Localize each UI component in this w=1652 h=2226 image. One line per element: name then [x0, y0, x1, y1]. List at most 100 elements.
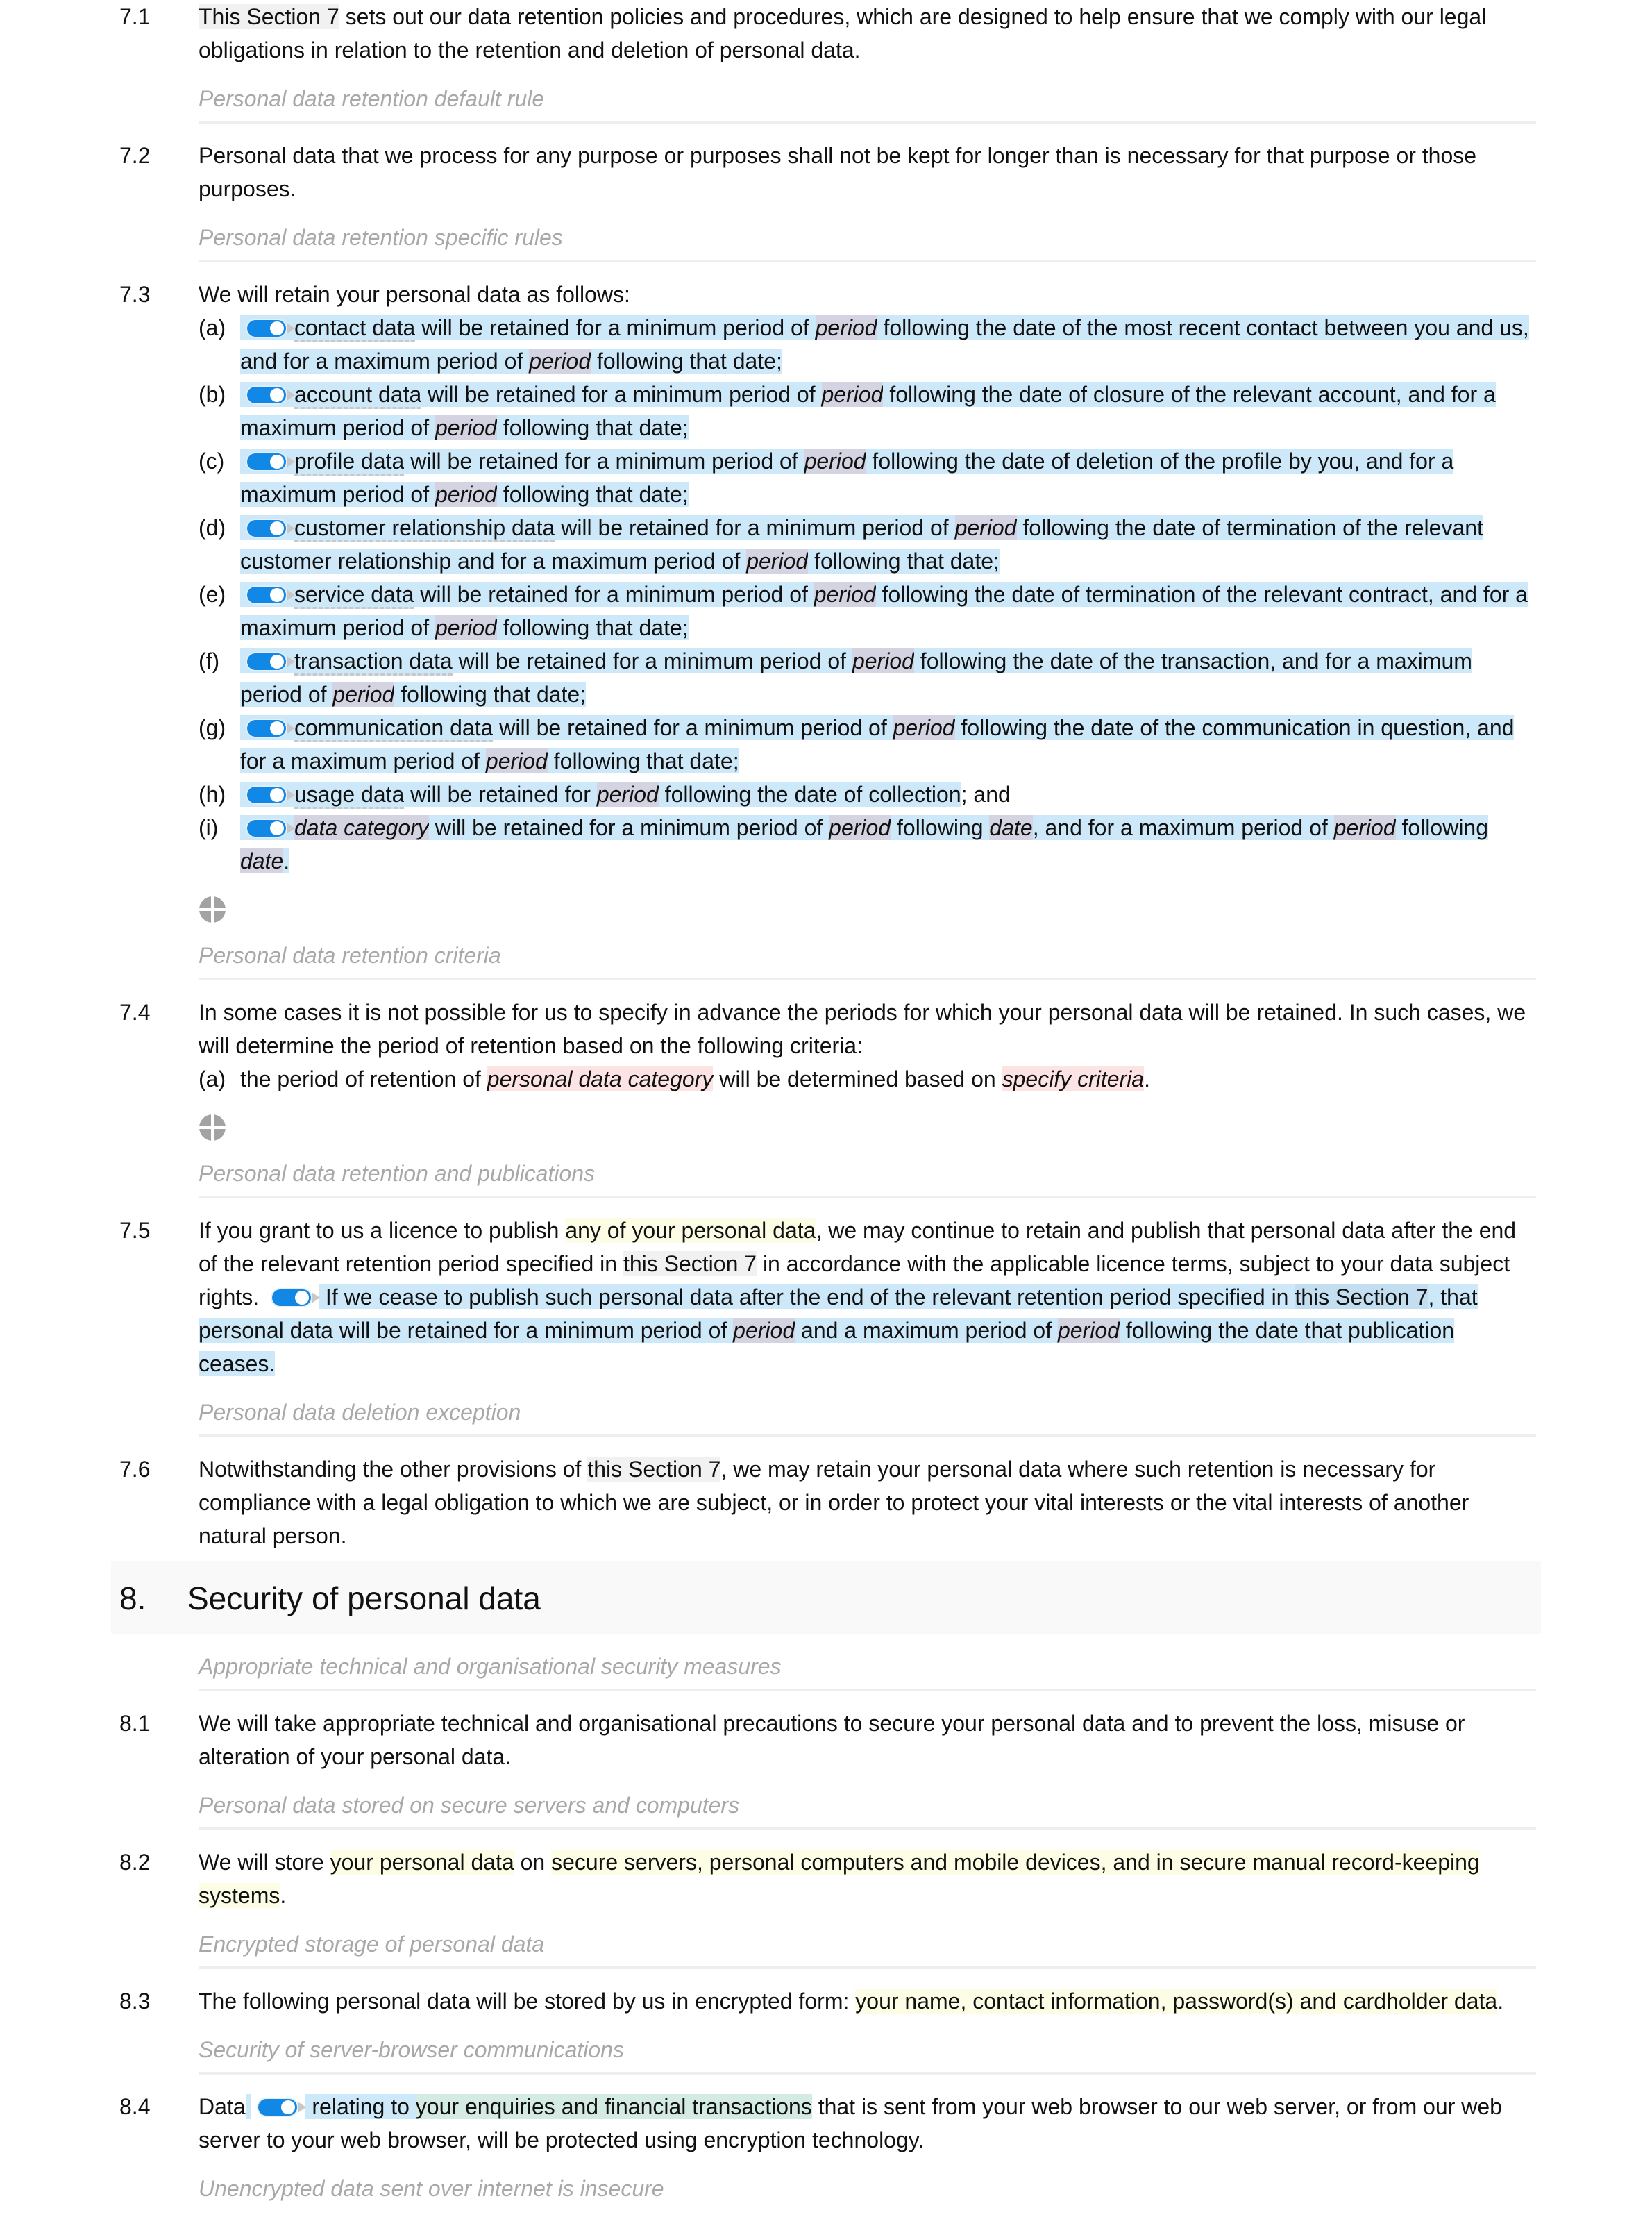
add-item-handle-icon[interactable]: [199, 896, 226, 923]
variable-field[interactable]: period: [529, 349, 591, 374]
optional-text: [240, 782, 295, 807]
variable-field[interactable]: period: [893, 715, 955, 740]
expand-triangle-icon[interactable]: [287, 822, 295, 834]
defined-term-link[interactable]: customer relationship data: [294, 515, 555, 542]
variable-field[interactable]: period: [814, 582, 876, 607]
expand-triangle-icon[interactable]: [287, 522, 295, 534]
optional-text: will be retained for a minimum period of: [414, 582, 814, 607]
cross-reference-link[interactable]: This Section 7: [199, 4, 339, 29]
variable-field[interactable]: period: [829, 815, 891, 840]
variable-field[interactable]: period: [852, 648, 914, 673]
variable-field[interactable]: period: [733, 1318, 795, 1343]
toggle-switch[interactable]: [247, 786, 295, 803]
clause-number: 7.4: [119, 1000, 151, 1025]
body-text: Personal data that we process for any pu…: [199, 143, 1477, 201]
optional-text: will be retained for: [404, 782, 597, 807]
editable-placeholder[interactable]: your enquiries and financial transaction…: [415, 2094, 812, 2119]
cross-reference-link[interactable]: this Section 7: [587, 1457, 721, 1482]
document-body: 7.1 This Section 7 sets out our data rete…: [0, 0, 1652, 2226]
defined-term-link[interactable]: transaction data: [294, 648, 453, 676]
defined-term-link[interactable]: account data: [294, 382, 422, 409]
clause-number: 7.5: [119, 1218, 151, 1243]
variable-field[interactable]: period: [435, 415, 497, 440]
optional-text: [240, 648, 295, 673]
clause-number: 8.2: [119, 1850, 151, 1875]
clause-subheading: Personal data stored on secure servers a…: [199, 1773, 1536, 1830]
required-variable-field[interactable]: personal data category: [487, 1066, 714, 1091]
toggle-switch[interactable]: [247, 519, 295, 537]
expand-triangle-icon[interactable]: [287, 589, 295, 601]
expand-triangle-icon[interactable]: [287, 389, 295, 401]
sub-clause-item: (b) account data will be retained for a m…: [199, 378, 1536, 444]
sub-clause-text: customer relationship data will be retai…: [240, 515, 1483, 574]
clause-subheading: Personal data retention and publications: [199, 1141, 1536, 1198]
clause-text: The following personal data will be stor…: [199, 1984, 1536, 2018]
variable-field[interactable]: period: [485, 748, 548, 773]
sub-clause-item: (e) service data will be retained for a m…: [199, 578, 1536, 644]
sub-clause-letter: (g): [199, 715, 226, 740]
variable-field[interactable]: date: [240, 848, 284, 873]
body-text: sets out our data retention policies and…: [199, 4, 1487, 62]
clause-8-1: 8.1 We will take appropriate technical an…: [0, 1707, 1536, 1773]
optional-text: [240, 382, 295, 407]
clause-7-1: 7.1 This Section 7 sets out our data rete…: [0, 0, 1536, 67]
variable-field[interactable]: period: [815, 315, 877, 340]
cross-reference-link[interactable]: this Section 7: [623, 1251, 757, 1276]
toggle-knob: [270, 721, 284, 735]
variable-field[interactable]: period: [954, 515, 1017, 540]
variable-field[interactable]: period: [1057, 1318, 1120, 1343]
body-text: We will store: [199, 1850, 330, 1875]
defined-term-link[interactable]: communication data: [294, 715, 494, 742]
toggle-switch[interactable]: [247, 453, 295, 470]
variable-field[interactable]: period: [596, 782, 659, 807]
toggle-switch[interactable]: [247, 319, 295, 337]
defined-term-link[interactable]: service data: [294, 582, 414, 609]
variable-field[interactable]: period: [435, 482, 497, 507]
clause-text: Personal data that we process for any pu…: [199, 139, 1536, 206]
optional-text: will be retained for a minimum period of: [555, 515, 955, 540]
toggle-knob: [270, 521, 284, 535]
toggle-switch[interactable]: [272, 1289, 321, 1306]
required-variable-field[interactable]: specify criteria: [1002, 1066, 1145, 1091]
body-text: In some cases it is not possible for us …: [199, 1000, 1526, 1058]
expand-triangle-icon[interactable]: [298, 2101, 307, 2113]
variable-field[interactable]: period: [332, 682, 395, 707]
toggle-switch[interactable]: [247, 719, 295, 737]
defined-term-link[interactable]: contact data: [294, 315, 416, 342]
variable-field[interactable]: period: [435, 615, 497, 640]
clause-8-3: 8.3 The following personal data will be s…: [0, 1984, 1536, 2018]
expand-triangle-icon[interactable]: [312, 1291, 321, 1303]
optional-text: will be retained for a minimum period of: [428, 815, 829, 840]
variable-field[interactable]: period: [821, 382, 884, 407]
defined-term-link[interactable]: profile data: [294, 449, 405, 476]
toggle-switch[interactable]: [247, 586, 295, 603]
defined-term-link[interactable]: usage data: [294, 782, 405, 809]
clause-subheading: Appropriate technical and organisational…: [199, 1634, 1536, 1691]
editable-placeholder[interactable]: your personal data: [330, 1850, 514, 1875]
editable-placeholder[interactable]: any of your personal data: [565, 1218, 816, 1243]
expand-triangle-icon[interactable]: [287, 789, 295, 801]
toggle-switch[interactable]: [247, 653, 295, 670]
sub-clause-text: data category will be retained for a min…: [240, 815, 1489, 873]
add-item-handle-icon[interactable]: [199, 1114, 226, 1141]
optional-text: following the date of collection: [658, 782, 961, 807]
optional-text: , and for a maximum period of: [1032, 815, 1334, 840]
toggle-switch[interactable]: [258, 2098, 307, 2116]
sub-clause-letter: (h): [199, 782, 226, 807]
toggle-knob: [270, 587, 284, 602]
toggle-switch[interactable]: [247, 386, 295, 403]
variable-field[interactable]: data category: [294, 815, 429, 840]
expand-triangle-icon[interactable]: [287, 655, 295, 667]
section-heading: 8. Security of personal data: [111, 1561, 1541, 1634]
variable-field[interactable]: period: [804, 449, 866, 474]
variable-field[interactable]: date: [989, 815, 1033, 840]
variable-field[interactable]: period: [746, 549, 809, 574]
variable-field[interactable]: period: [1333, 815, 1396, 840]
editable-placeholder[interactable]: your name, contact information, password…: [855, 1989, 1498, 2014]
toggle-switch[interactable]: [247, 819, 295, 837]
body-text: The following personal data will be stor…: [199, 1989, 856, 2014]
expand-triangle-icon[interactable]: [287, 722, 295, 734]
cross-reference-link[interactable]: this Section 7: [1295, 1284, 1428, 1309]
expand-triangle-icon[interactable]: [287, 322, 295, 334]
expand-triangle-icon[interactable]: [287, 455, 295, 467]
